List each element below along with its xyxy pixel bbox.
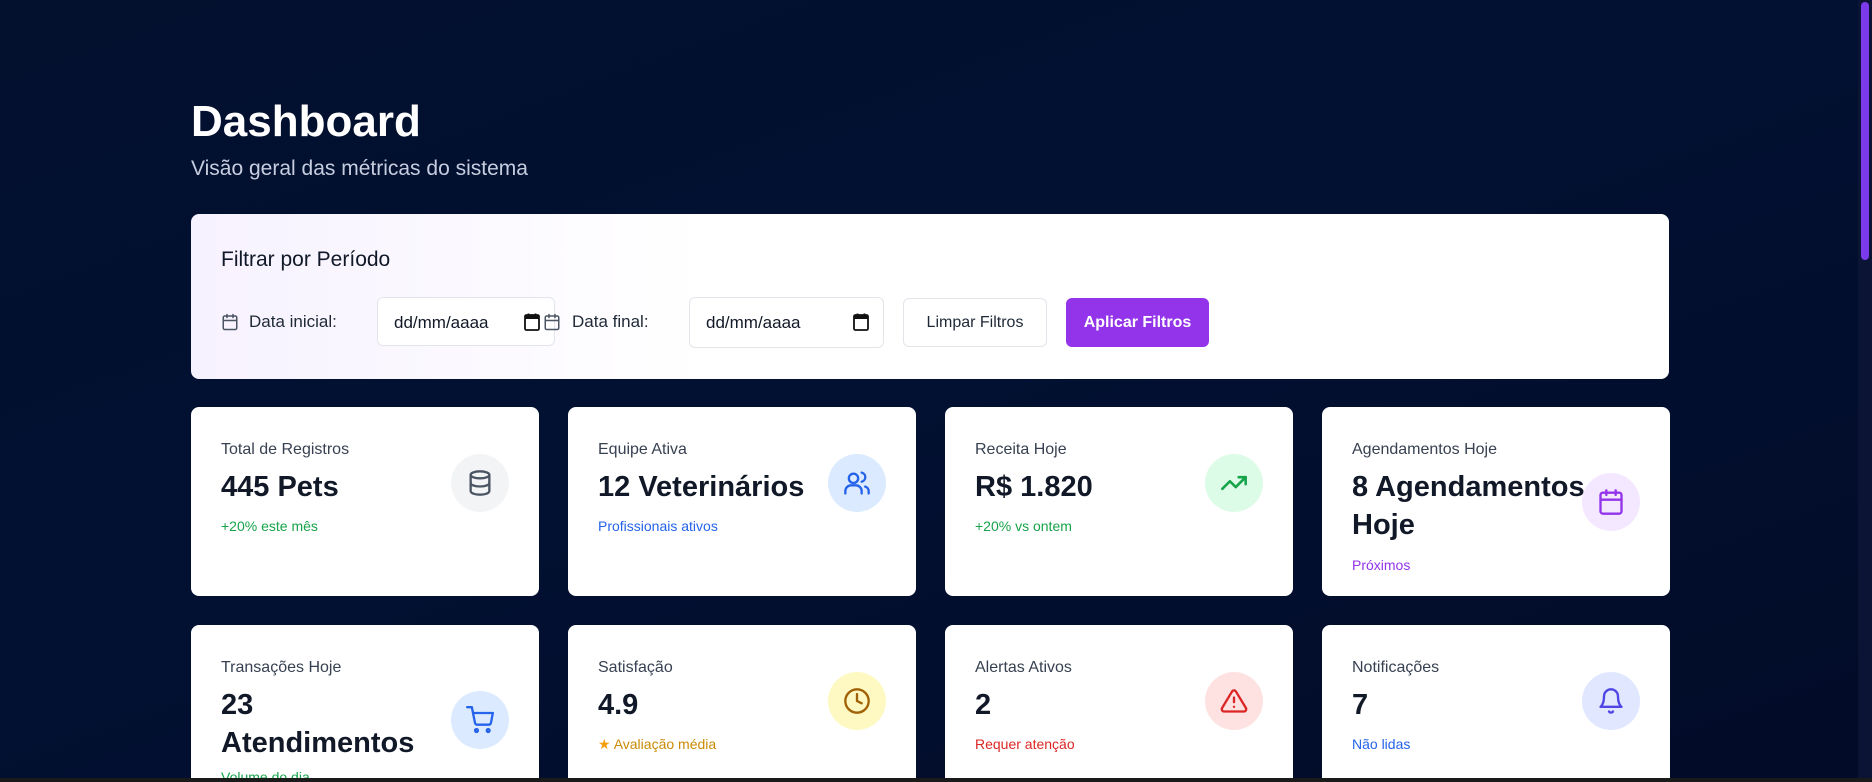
start-date-placeholder: dd/mm/aaaa (394, 313, 489, 332)
end-date-input[interactable]: dd/mm/aaaa (689, 297, 884, 348)
stat-value: R$ 1.820 (975, 471, 1093, 503)
window-bottom-edge (0, 778, 1872, 782)
stat-label: Notificações (1352, 659, 1440, 676)
stat-label: Receita Hoje (975, 441, 1067, 458)
page-viewport: Dashboard Visão geral das métricas do si… (0, 0, 1858, 778)
date-picker-icon[interactable] (524, 313, 540, 336)
database-icon (451, 454, 509, 512)
stat-label: Agendamentos Hoje (1352, 441, 1497, 458)
stat-label: Total de Registros (221, 441, 350, 458)
stat-label: Transações Hoje (221, 659, 342, 676)
start-date-input[interactable]: dd/mm/aaaa (377, 297, 555, 346)
filter-title: Filtrar por Período (221, 248, 391, 271)
stat-card-total-registros: Total de Registros 445 Pets +20% este mê… (191, 407, 539, 596)
end-date-label: Data final: (572, 312, 649, 331)
stat-card-notificacoes: Notificações 7 Não lidas (1322, 625, 1670, 778)
alert-triangle-icon (1205, 672, 1263, 730)
stat-label: Equipe Ativa (598, 441, 687, 458)
end-date-placeholder: dd/mm/aaaa (706, 313, 801, 332)
stat-value: 23 Atendimentos (221, 689, 415, 759)
stat-card-alertas-ativos: Alertas Ativos 2 Requer atenção (945, 625, 1293, 778)
date-picker-icon[interactable] (853, 313, 869, 336)
star-icon: ★ (598, 736, 611, 752)
stat-note: Não lidas (1352, 736, 1411, 752)
scrollbar-thumb[interactable] (1861, 2, 1869, 260)
stat-note: Avaliação média (613, 736, 717, 752)
calendar-icon (221, 313, 239, 331)
stat-note-wrapper: ★ Avaliação média (598, 735, 716, 753)
stat-value: 8 Agendamentos Hoje (1352, 471, 1585, 541)
stat-label: Satisfação (598, 659, 673, 676)
stat-card-satisfacao: Satisfação 4.9 ★ Avaliação média (568, 625, 916, 778)
trending-up-icon (1205, 454, 1263, 512)
stat-note: Volume do dia (221, 769, 310, 778)
stat-note: +20% vs ontem (975, 518, 1072, 534)
stat-card-equipe-ativa: Equipe Ativa 12 Veterinários Profissiona… (568, 407, 916, 596)
calendar-icon (543, 313, 561, 331)
stat-note: Requer atenção (975, 736, 1075, 752)
shopping-cart-icon (451, 691, 509, 749)
stat-value: 4.9 (598, 689, 639, 721)
stat-card-agendamentos-hoje: Agendamentos Hoje 8 Agendamentos Hoje Pr… (1322, 407, 1670, 596)
calendar-icon (1582, 473, 1640, 531)
stat-value: 7 (1352, 689, 1369, 721)
filter-row: Data inicial: dd/mm/aaaa Data final: dd/… (221, 297, 1621, 348)
bell-icon (1582, 672, 1640, 730)
page-title: Dashboard (191, 97, 421, 146)
stat-value: 445 Pets (221, 471, 339, 503)
clock-icon (828, 672, 886, 730)
users-icon (828, 454, 886, 512)
stat-card-receita-hoje: Receita Hoje R$ 1.820 +20% vs ontem (945, 407, 1293, 596)
stat-value: 2 (975, 689, 992, 721)
stat-label: Alertas Ativos (975, 659, 1072, 676)
apply-filters-button[interactable]: Aplicar Filtros (1066, 298, 1209, 347)
stat-card-transacoes-hoje: Transações Hoje 23 Atendimentos Volume d… (191, 625, 539, 778)
stat-note: Profissionais ativos (598, 518, 718, 534)
clear-filters-button[interactable]: Limpar Filtros (903, 298, 1047, 347)
stat-note: Próximos (1352, 557, 1411, 573)
stat-value: 12 Veterinários (598, 471, 805, 503)
stat-note: +20% este mês (221, 518, 318, 534)
start-date-label: Data inicial: (249, 312, 337, 331)
vertical-scrollbar[interactable] (1858, 0, 1872, 778)
page-subtitle: Visão geral das métricas do sistema (191, 157, 528, 180)
